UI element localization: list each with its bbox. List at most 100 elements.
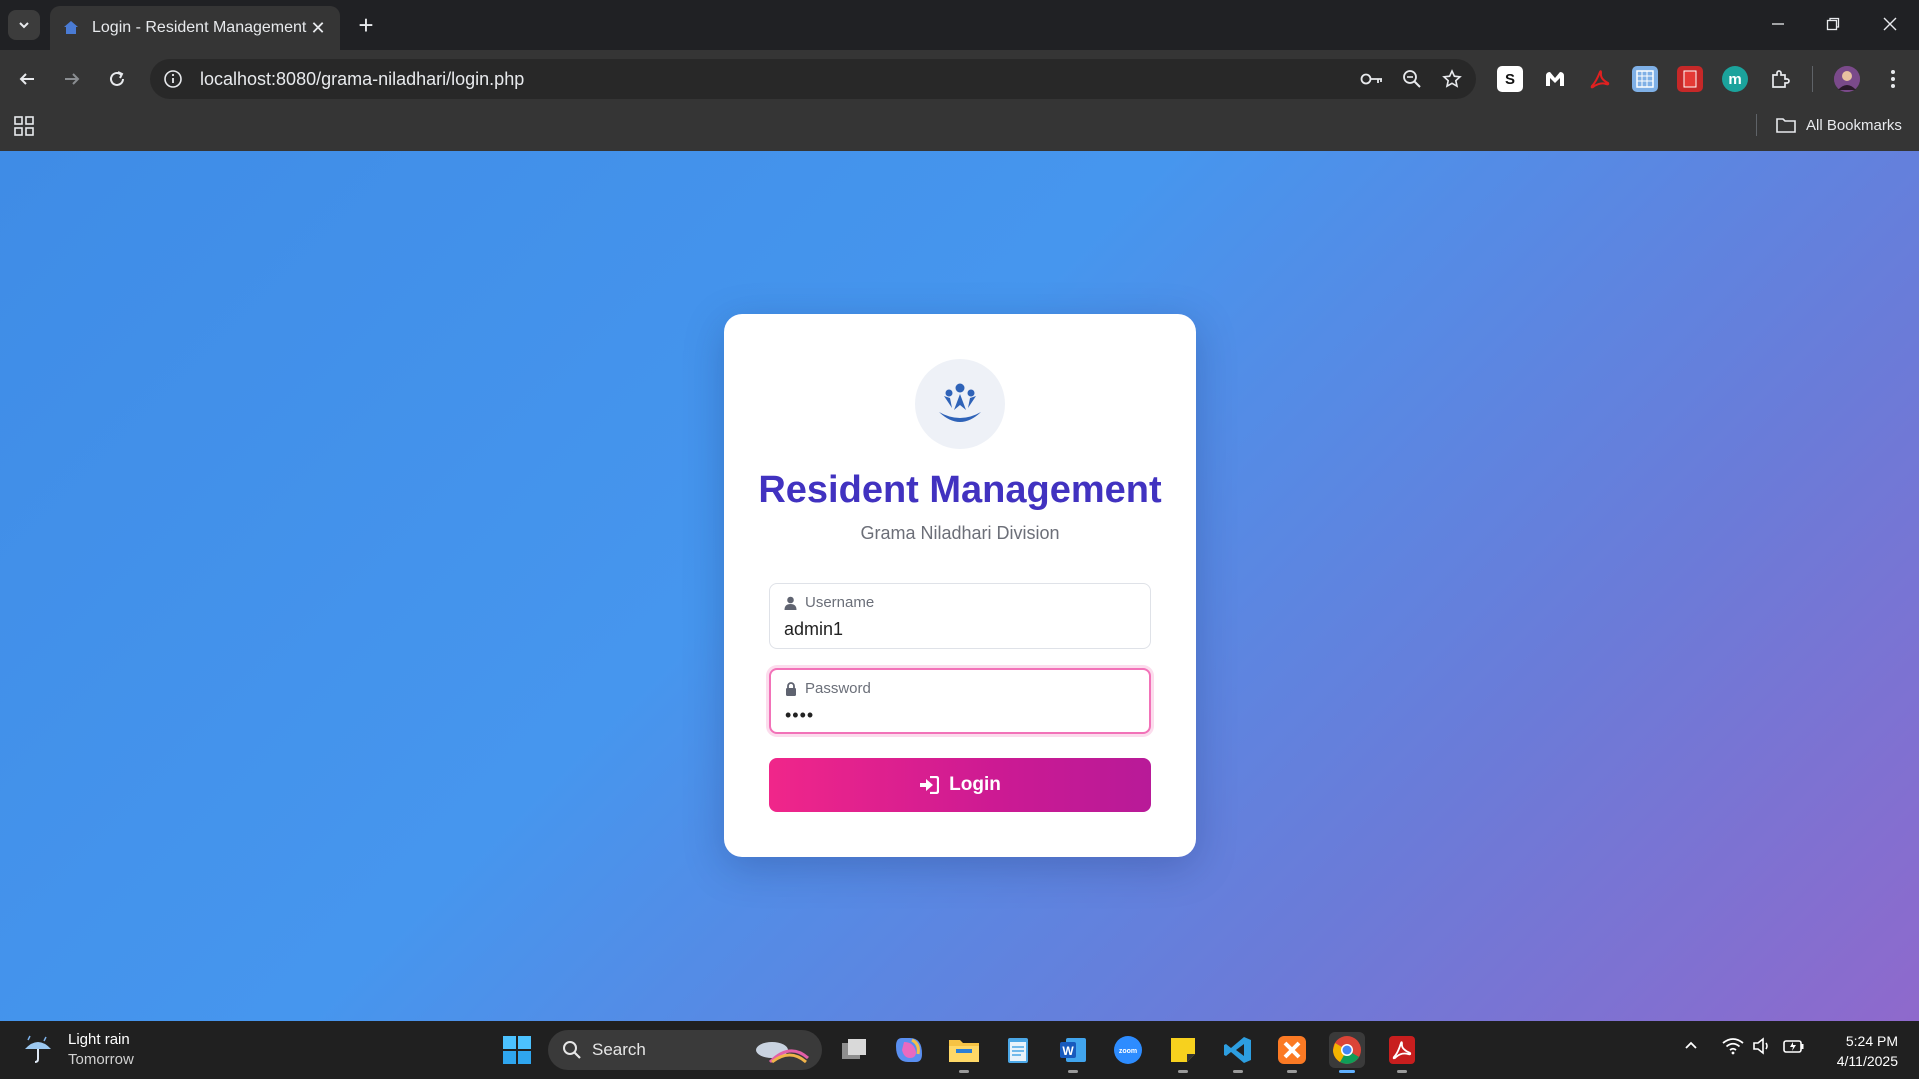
new-tab-button[interactable]: + xyxy=(352,12,380,40)
word-icon[interactable]: W xyxy=(1055,1032,1091,1073)
weather-condition: Light rain xyxy=(68,1031,130,1048)
lock-icon xyxy=(786,681,796,696)
password-key-icon[interactable] xyxy=(1356,63,1388,95)
running-indicator xyxy=(1068,1070,1078,1073)
taskbar: Light rain Tomorrow Search W zoom 5:24 P… xyxy=(0,1021,1919,1079)
extension-grid-icon[interactable] xyxy=(1632,66,1658,92)
zoom-icon[interactable] xyxy=(1396,63,1428,95)
running-indicator xyxy=(1287,1070,1297,1073)
file-explorer-icon[interactable] xyxy=(946,1032,982,1073)
close-icon xyxy=(1883,17,1897,31)
chevron-down-icon xyxy=(19,22,29,29)
username-label-text: Username xyxy=(805,594,875,611)
weather-widget[interactable]: Light rain Tomorrow xyxy=(22,1030,134,1070)
sticky-notes-icon[interactable] xyxy=(1165,1032,1201,1073)
running-indicator xyxy=(1397,1070,1407,1073)
restore-icon xyxy=(1826,17,1840,31)
sign-in-icon xyxy=(920,776,940,794)
chrome-icon[interactable] xyxy=(1329,1032,1365,1073)
username-label: Username xyxy=(784,594,874,611)
menu-dots-icon[interactable] xyxy=(1880,66,1906,92)
all-bookmarks-button[interactable]: All Bookmarks xyxy=(1776,112,1902,138)
site-favicon-icon xyxy=(64,21,78,34)
reload-icon xyxy=(110,71,124,86)
login-button[interactable]: Login xyxy=(769,758,1151,812)
weather-when: Tomorrow xyxy=(68,1051,134,1068)
windows-logo-icon xyxy=(503,1036,531,1064)
active-tab[interactable]: Login - Resident Management ✕ xyxy=(50,6,340,50)
login-card: Resident Management Grama Niladhari Divi… xyxy=(724,314,1196,857)
extension-s-icon[interactable]: S xyxy=(1497,66,1523,92)
tab-search-button[interactable] xyxy=(8,10,40,40)
acrobat-icon[interactable] xyxy=(1384,1032,1420,1073)
clock[interactable]: 5:24 PM 4/11/2025 xyxy=(1812,1031,1898,1071)
browser-toolbar: localhost:8080/grama-niladhari/login.php… xyxy=(0,50,1919,108)
tab-title: Login - Resident Management xyxy=(92,19,307,36)
extensions-puzzle-icon[interactable] xyxy=(1767,66,1793,92)
chevron-up-icon xyxy=(1685,1041,1697,1049)
back-arrow-icon xyxy=(19,73,34,85)
minimize-button[interactable] xyxy=(1756,8,1800,40)
password-label-text: Password xyxy=(805,680,871,697)
extension-book-icon[interactable] xyxy=(1677,66,1703,92)
running-indicator xyxy=(959,1070,969,1073)
battery-icon[interactable] xyxy=(1783,1037,1805,1055)
logo xyxy=(915,359,1005,449)
all-bookmarks-label: All Bookmarks xyxy=(1806,116,1902,134)
volume-icon[interactable] xyxy=(1752,1037,1772,1055)
task-view-icon[interactable] xyxy=(836,1032,872,1068)
wifi-icon[interactable] xyxy=(1722,1037,1744,1055)
search-placeholder: Search xyxy=(592,1040,646,1059)
url-text: localhost:8080/grama-niladhari/login.php xyxy=(200,68,525,89)
page-background: Resident Management Grama Niladhari Divi… xyxy=(0,151,1919,1021)
username-input[interactable] xyxy=(784,616,1136,642)
folder-icon xyxy=(1776,118,1796,133)
forward-button[interactable] xyxy=(56,63,88,95)
username-field[interactable]: Username xyxy=(769,583,1151,649)
password-field[interactable]: Password xyxy=(769,668,1151,734)
reload-button[interactable] xyxy=(101,63,133,95)
password-label: Password xyxy=(785,680,871,697)
extension-malwarebytes-icon[interactable] xyxy=(1542,66,1568,92)
notepad-icon[interactable] xyxy=(1000,1032,1036,1068)
search-icon xyxy=(563,1041,581,1059)
community-people-icon xyxy=(939,383,981,422)
clock-time: 5:24 PM xyxy=(1845,1033,1898,1049)
start-button[interactable] xyxy=(499,1032,535,1068)
profile-avatar[interactable] xyxy=(1834,66,1860,92)
page-title: Resident Management xyxy=(758,469,1162,511)
tab-close-icon[interactable]: ✕ xyxy=(308,18,328,39)
close-window-button[interactable] xyxy=(1868,8,1912,40)
svg-text:zoom: zoom xyxy=(1119,1048,1137,1055)
running-indicator xyxy=(1233,1070,1243,1073)
password-input[interactable] xyxy=(785,702,1137,728)
page-subtitle: Grama Niladhari Division xyxy=(860,523,1060,543)
address-bar[interactable]: localhost:8080/grama-niladhari/login.php xyxy=(150,59,1476,99)
forward-arrow-icon xyxy=(65,73,80,85)
apps-grid-icon[interactable] xyxy=(14,116,34,136)
zoom-app-icon[interactable]: zoom xyxy=(1110,1032,1146,1068)
running-indicator xyxy=(1178,1070,1188,1073)
tab-strip: Login - Resident Management ✕ + xyxy=(0,0,1919,50)
svg-text:W: W xyxy=(1062,1044,1074,1058)
toolbar-divider xyxy=(1812,66,1813,92)
umbrella-rain-icon xyxy=(25,1035,51,1063)
bookmarks-bar: All Bookmarks xyxy=(0,108,1919,151)
bookmark-star-icon[interactable] xyxy=(1436,63,1468,95)
extension-pdf-icon[interactable] xyxy=(1587,66,1613,92)
minimize-icon xyxy=(1772,23,1784,25)
vscode-icon[interactable] xyxy=(1220,1032,1256,1073)
search-highlight-icon xyxy=(756,1042,809,1064)
show-hidden-icons-button[interactable] xyxy=(1683,1037,1699,1053)
site-info-icon[interactable] xyxy=(162,68,184,90)
restore-button[interactable] xyxy=(1811,8,1855,40)
xampp-icon[interactable] xyxy=(1274,1032,1310,1073)
taskbar-search[interactable]: Search xyxy=(548,1030,822,1070)
extension-m-icon[interactable]: m xyxy=(1722,66,1748,92)
copilot-icon[interactable] xyxy=(891,1032,927,1068)
clock-date: 4/11/2025 xyxy=(1836,1053,1898,1069)
active-indicator xyxy=(1339,1070,1355,1073)
login-button-label: Login xyxy=(949,774,1001,795)
back-button[interactable] xyxy=(11,63,43,95)
user-icon xyxy=(784,596,797,610)
